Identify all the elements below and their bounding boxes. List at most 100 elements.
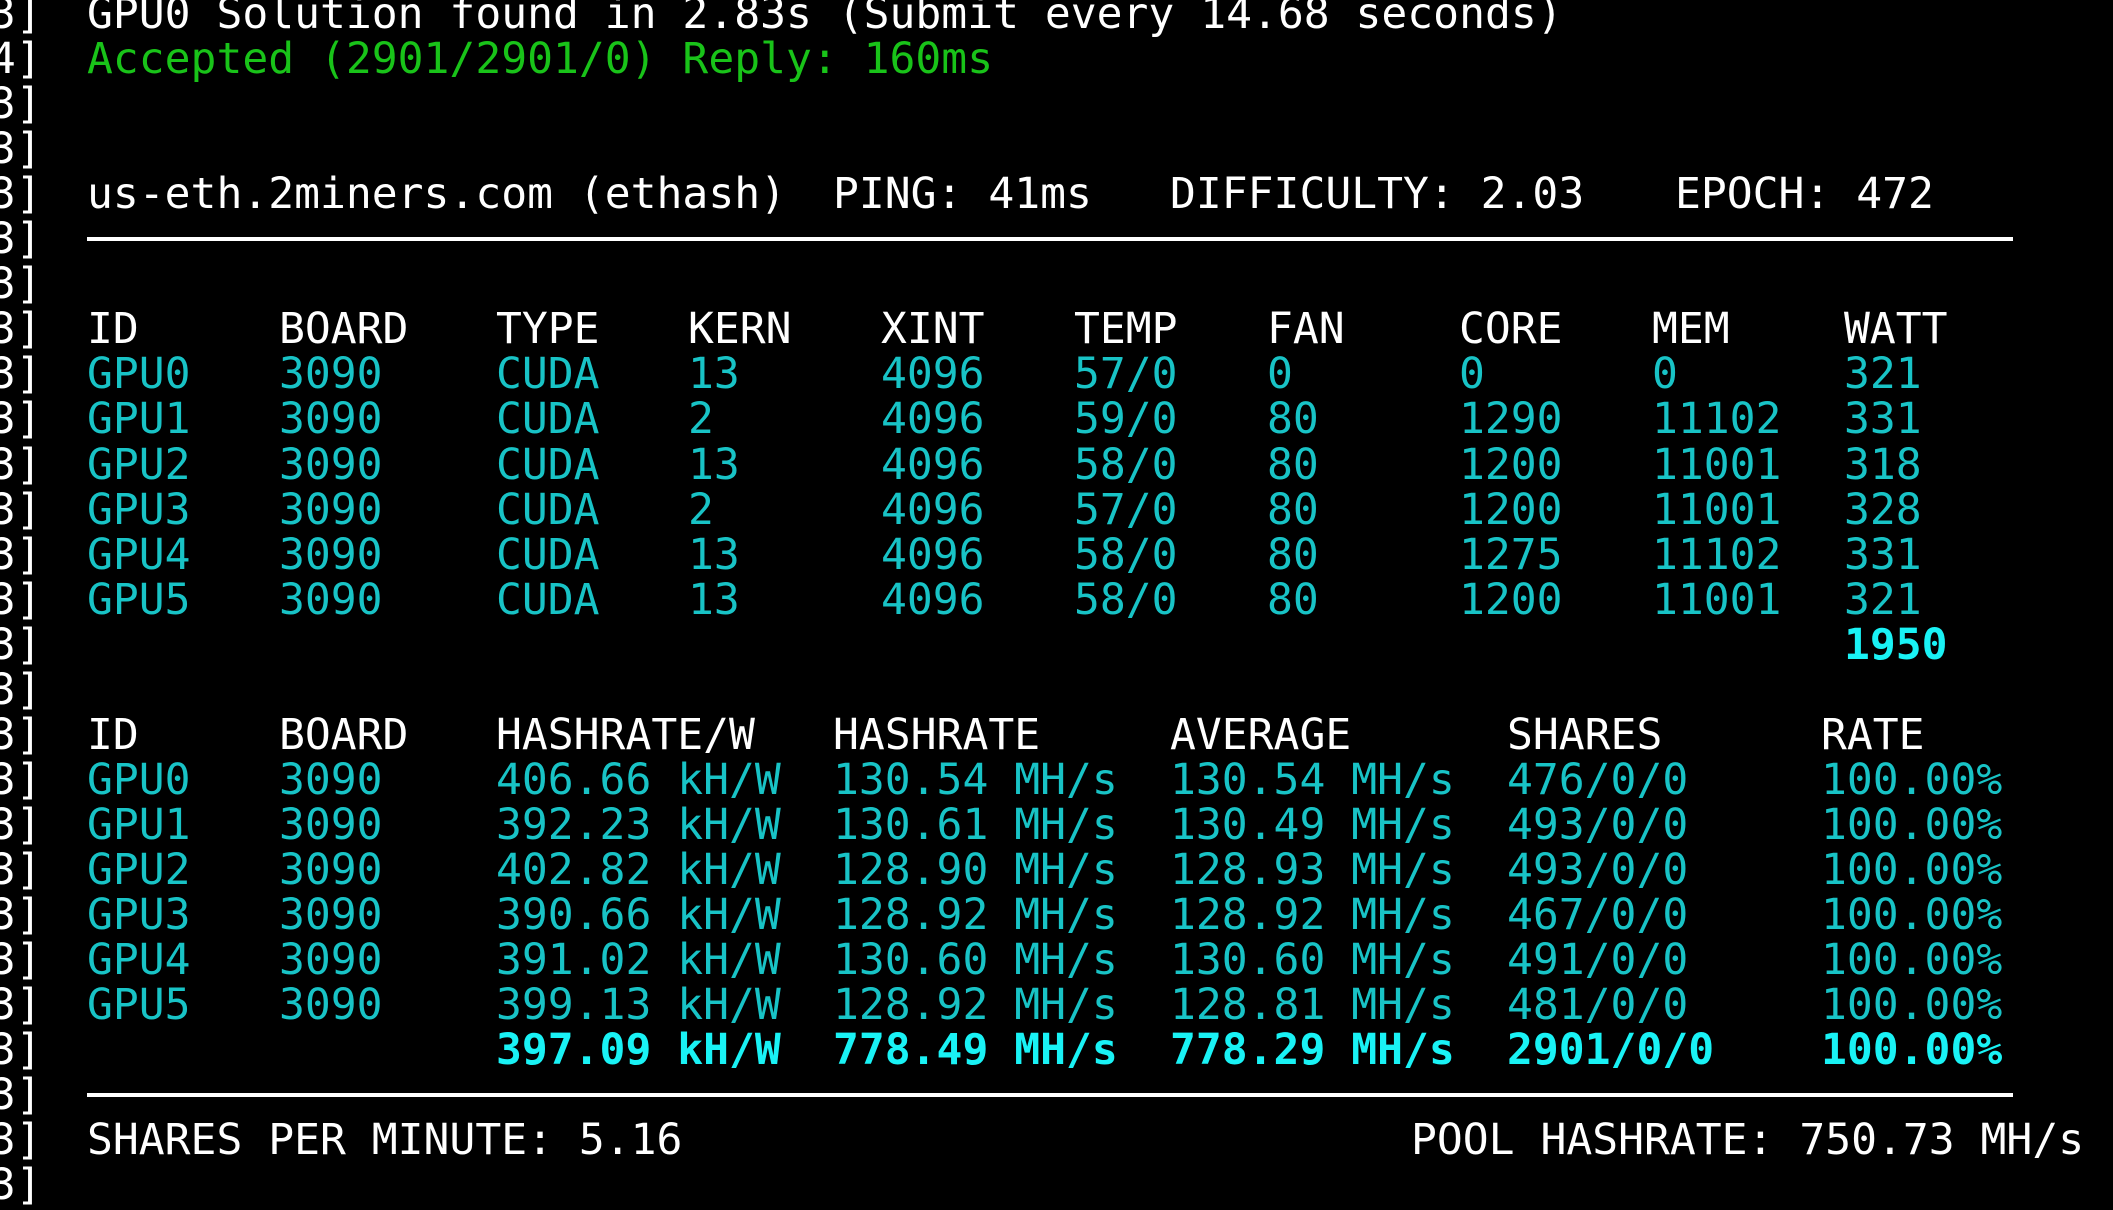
log-prefix: 63] (0, 574, 42, 625)
device-cell-kern: 13 (688, 574, 740, 625)
hash-cell-hashrate-per-w: 392.23 kH/W (496, 799, 781, 850)
hash-cell-average: 130.49 MH/s (1170, 799, 1455, 850)
device-cell-type: CUDA (496, 394, 600, 445)
log-prefix: 63] (0, 709, 42, 760)
device-cell-temp: 58/0 (1074, 574, 1178, 625)
device-cell-fan: 80 (1267, 484, 1319, 535)
device-cell-fan: 80 (1267, 394, 1319, 445)
device-cell-mem: 0 (1652, 349, 1678, 400)
hash-cell-board: 3090 (279, 844, 383, 895)
hash-cell-board: 3090 (279, 980, 383, 1031)
device-cell-core: 1200 (1459, 439, 1563, 490)
device-cell-xint: 4096 (881, 484, 985, 535)
device-cell-xint: 4096 (881, 574, 985, 625)
shares-per-minute: SHARES PER MINUTE: 5.16 (87, 1115, 683, 1166)
device-header-id: ID (87, 304, 139, 355)
log-prefix: 63] (0, 169, 42, 220)
hash-cell-hashrate: 128.92 MH/s (833, 980, 1118, 1031)
log-prefix: 63] (0, 214, 42, 265)
hash-cell-rate: 100.00% (1821, 844, 2003, 895)
hash-cell-hashrate-per-w: 390.66 kH/W (496, 890, 781, 940)
log-prefix: 63] (0, 439, 42, 490)
log-prefix: 63] (0, 1115, 42, 1166)
log-prefix: 63] (0, 799, 42, 850)
hash-cell-hashrate: 130.60 MH/s (833, 935, 1118, 986)
device-cell-kern: 13 (688, 529, 740, 580)
device-cell-temp: 57/0 (1074, 349, 1178, 400)
hash-cell-hashrate-per-w: 402.82 kH/W (496, 844, 781, 895)
hash-cell-rate: 100.00% (1821, 980, 2003, 1031)
device-cell-id: GPU5 (87, 574, 191, 625)
hash-header-hashrate: HASHRATE (833, 709, 1041, 760)
device-cell-board: 3090 (279, 484, 383, 535)
hash-cell-hashrate-per-w: 391.02 kH/W (496, 935, 781, 986)
bottom-separator-rule (87, 1093, 2013, 1098)
device-cell-watt: 321 (1844, 574, 1922, 625)
device-cell-id: GPU1 (87, 394, 191, 445)
log-prefix: 63] (0, 890, 42, 940)
hash-cell-board: 3090 (279, 890, 383, 940)
device-cell-kern: 2 (688, 394, 714, 445)
hash-cell-rate: 100.00% (1821, 754, 2003, 805)
device-cell-xint: 4096 (881, 349, 985, 400)
hash-cell-shares: 491/0/0 (1507, 935, 1689, 986)
device-cell-xint: 4096 (881, 439, 985, 490)
hash-header-hashrate-per-w: HASHRATE/W (496, 709, 755, 760)
log-prefix: 63] (0, 935, 42, 986)
hash-header-board: BOARD (279, 709, 409, 760)
terminal-window: 43] GPU0 Solution found in 2.83s (Submit … (0, 0, 2113, 1208)
device-cell-fan: 80 (1267, 439, 1319, 490)
device-cell-kern: 13 (688, 349, 740, 400)
device-cell-watt: 331 (1844, 394, 1922, 445)
hash-cell-hashrate: 128.92 MH/s (833, 890, 1118, 940)
device-cell-kern: 13 (688, 439, 740, 490)
device-cell-fan: 0 (1267, 349, 1293, 400)
hash-total-rate: 100.00% (1821, 1025, 2003, 1076)
device-header-temp: TEMP (1074, 304, 1178, 355)
hash-cell-id: GPU4 (87, 935, 191, 986)
device-cell-core: 1200 (1459, 484, 1563, 535)
hash-cell-average: 128.92 MH/s (1170, 890, 1455, 940)
hash-cell-rate: 100.00% (1821, 935, 2003, 986)
log-prefix: 63] (0, 484, 42, 535)
device-cell-core: 1200 (1459, 574, 1563, 625)
hash-cell-shares: 467/0/0 (1507, 890, 1689, 940)
device-header-kern: KERN (688, 304, 792, 355)
pool-host: us-eth.2miners.com (ethash) (87, 169, 786, 220)
device-cell-type: CUDA (496, 484, 600, 535)
hash-cell-board: 3090 (279, 754, 383, 805)
hash-cell-id: GPU5 (87, 980, 191, 1031)
log-prefix: 63] (0, 754, 42, 805)
device-cell-kern: 2 (688, 484, 714, 535)
device-cell-type: CUDA (496, 349, 600, 400)
log-prefix: 63] (0, 1070, 42, 1121)
hash-cell-hashrate-per-w: 399.13 kH/W (496, 980, 781, 1031)
device-header-board: BOARD (279, 304, 409, 355)
device-cell-id: GPU2 (87, 439, 191, 490)
hash-cell-id: GPU0 (87, 754, 191, 805)
log-prefix: 63] (0, 394, 42, 445)
device-cell-fan: 80 (1267, 574, 1319, 625)
device-cell-mem: 11102 (1652, 394, 1782, 445)
hash-cell-shares: 493/0/0 (1507, 844, 1689, 895)
device-cell-watt: 331 (1844, 529, 1922, 580)
hash-cell-average: 130.60 MH/s (1170, 935, 1455, 986)
hash-cell-rate: 100.00% (1821, 890, 2003, 940)
device-cell-temp: 58/0 (1074, 529, 1178, 580)
device-cell-temp: 59/0 (1074, 394, 1178, 445)
device-cell-id: GPU4 (87, 529, 191, 580)
top-separator-rule (87, 237, 2013, 242)
device-cell-watt: 318 (1844, 439, 1922, 490)
device-header-core: CORE (1459, 304, 1563, 355)
log-prefix: 63] (0, 1160, 42, 1210)
hash-cell-id: GPU2 (87, 844, 191, 895)
hash-cell-average: 130.54 MH/s (1170, 754, 1455, 805)
device-cell-board: 3090 (279, 394, 383, 445)
device-cell-core: 1290 (1459, 394, 1563, 445)
log-prefix: 63] (0, 980, 42, 1031)
hash-header-id: ID (87, 709, 139, 760)
hash-total-shares: 2901/0/0 (1507, 1025, 1715, 1076)
device-cell-xint: 4096 (881, 529, 985, 580)
hash-header-rate: RATE (1821, 709, 1925, 760)
accepted-text: Accepted (2901/2901/0) Reply: 160ms (87, 34, 994, 85)
